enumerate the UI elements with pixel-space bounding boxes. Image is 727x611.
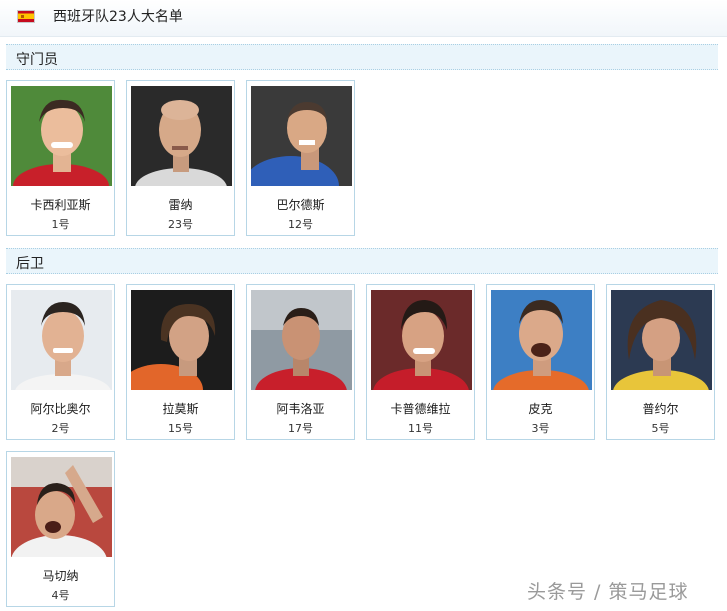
player-name: 雷纳 <box>168 198 193 212</box>
player-number: 15号 <box>168 422 193 435</box>
player-number: 11号 <box>408 422 433 435</box>
page-title: 西班牙队23人大名单 <box>53 9 183 25</box>
player-number: 5号 <box>651 422 670 435</box>
section-goalkeepers: 守门员 <box>6 44 718 70</box>
page-header: 西班牙队23人大名单 <box>0 0 727 37</box>
player-photo[interactable] <box>11 86 112 186</box>
player-name: 普约尔 <box>642 402 679 416</box>
player-name: 阿韦洛亚 <box>276 402 325 416</box>
player-photo[interactable] <box>251 290 352 390</box>
player-photo[interactable] <box>11 457 112 557</box>
player-photo[interactable] <box>251 86 352 186</box>
player-number: 1号 <box>51 218 70 231</box>
player-card[interactable]: 雷纳 23号 <box>126 80 235 236</box>
player-name: 巴尔德斯 <box>276 198 325 212</box>
player-number: 12号 <box>288 218 313 231</box>
player-card[interactable]: 马切纳 4号 <box>6 451 115 607</box>
player-number: 3号 <box>531 422 550 435</box>
section-title: 后卫 <box>16 256 44 272</box>
player-name: 皮克 <box>528 402 553 416</box>
player-photo[interactable] <box>611 290 712 390</box>
player-photo[interactable] <box>491 290 592 390</box>
player-card[interactable]: 卡普德维拉 11号 <box>366 284 475 440</box>
player-name: 卡普德维拉 <box>390 402 451 416</box>
player-photo[interactable] <box>371 290 472 390</box>
player-number: 17号 <box>288 422 313 435</box>
player-card[interactable]: 卡西利亚斯 1号 <box>6 80 115 236</box>
spain-flag-icon <box>17 10 35 23</box>
player-name: 卡西利亚斯 <box>30 198 91 212</box>
player-card[interactable]: 阿韦洛亚 17号 <box>246 284 355 440</box>
player-number: 23号 <box>168 218 193 231</box>
player-name: 马切纳 <box>42 569 79 583</box>
player-card[interactable]: 皮克 3号 <box>486 284 595 440</box>
player-card[interactable]: 阿尔比奥尔 2号 <box>6 284 115 440</box>
player-number: 4号 <box>51 589 70 602</box>
player-card[interactable]: 拉莫斯 15号 <box>126 284 235 440</box>
player-name: 阿尔比奥尔 <box>30 402 91 416</box>
player-card[interactable]: 普约尔 5号 <box>606 284 715 440</box>
player-photo[interactable] <box>131 290 232 390</box>
player-number: 2号 <box>51 422 70 435</box>
watermark: 头条号 / 策马足球 <box>527 581 689 603</box>
player-name: 拉莫斯 <box>162 402 199 416</box>
player-photo[interactable] <box>11 290 112 390</box>
player-photo[interactable] <box>131 86 232 186</box>
section-title: 守门员 <box>16 52 58 68</box>
section-defenders: 后卫 <box>6 248 718 274</box>
player-card[interactable]: 巴尔德斯 12号 <box>246 80 355 236</box>
